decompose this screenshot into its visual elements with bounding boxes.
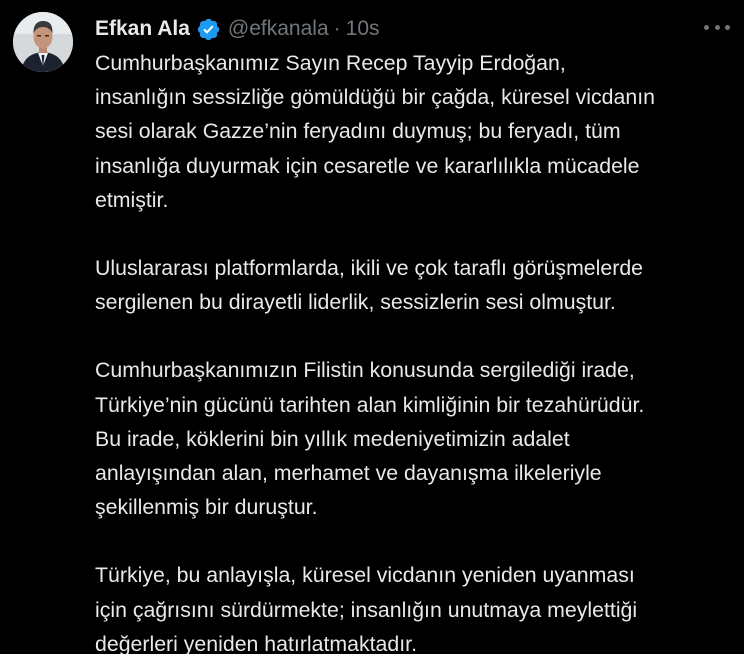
text-line: Bu irade, köklerini bin yıllık medeniyet… xyxy=(95,426,570,451)
verified-badge-icon xyxy=(196,17,221,42)
tweet-header: Efkan Ala @efkanala · 10s xyxy=(95,14,380,44)
more-dot xyxy=(704,24,709,30)
author-handle[interactable]: @efkanala xyxy=(228,17,329,41)
text-line: insanlığa duyurmak için cesaretle ve kar… xyxy=(95,153,640,178)
tweet-paragraph: Cumhurbaşkanımızın Filistin konusunda se… xyxy=(95,353,735,524)
header-separator: · xyxy=(333,17,341,40)
text-line: değerleri yeniden hatırlatmaktadır. xyxy=(95,631,418,654)
tweet-card[interactable]: Efkan Ala @efkanala · 10s Cumhurbaşkanım… xyxy=(0,0,744,654)
text-line: sergilenen bu dirayetli liderlik, sessiz… xyxy=(95,290,616,315)
text-line: için çağrısını sürdürmekte; insanlığın u… xyxy=(95,597,638,622)
tweet-paragraph: Türkiye, bu anlayışla, küresel vicdanın … xyxy=(95,558,735,654)
more-dot xyxy=(714,24,720,30)
more-dot xyxy=(725,24,730,30)
text-line: insanlığın sessizliğe gömüldüğü bir çağd… xyxy=(95,85,655,110)
author-name[interactable]: Efkan Ala xyxy=(95,17,190,41)
text-line: Uluslararası platformlarda, ikili ve çok… xyxy=(95,256,644,281)
text-line: Cumhurbaşkanımızın Filistin konusunda se… xyxy=(95,358,635,383)
text-line: Türkiye, bu anlayışla, küresel vicdanın … xyxy=(95,563,635,588)
author-avatar[interactable] xyxy=(13,12,73,72)
tweet-paragraph: Uluslararası platformlarda, ikili ve çok… xyxy=(95,251,735,319)
text-line: sesi olarak Gazze’nin feryadını duymuş; … xyxy=(95,119,621,144)
text-line: etmiştir. xyxy=(95,187,169,212)
tweet-timestamp[interactable]: 10s xyxy=(346,17,380,41)
profile-photo-icon xyxy=(13,12,73,72)
text-line: şekillenmiş bir duruştur. xyxy=(95,495,318,520)
text-line: Cumhurbaşkanımız Sayın Recep Tayyip Erdo… xyxy=(95,51,566,75)
text-line: Türkiye’nin gücünü tarihten alan kimliği… xyxy=(95,392,645,417)
tweet-text: Cumhurbaşkanımız Sayın Recep Tayyip Erdo… xyxy=(95,46,735,654)
text-line: anlayışından alan, merhamet ve dayanışma… xyxy=(95,461,602,486)
more-horizontal-icon[interactable] xyxy=(704,17,730,37)
tweet-paragraph: Cumhurbaşkanımız Sayın Recep Tayyip Erdo… xyxy=(95,46,735,217)
